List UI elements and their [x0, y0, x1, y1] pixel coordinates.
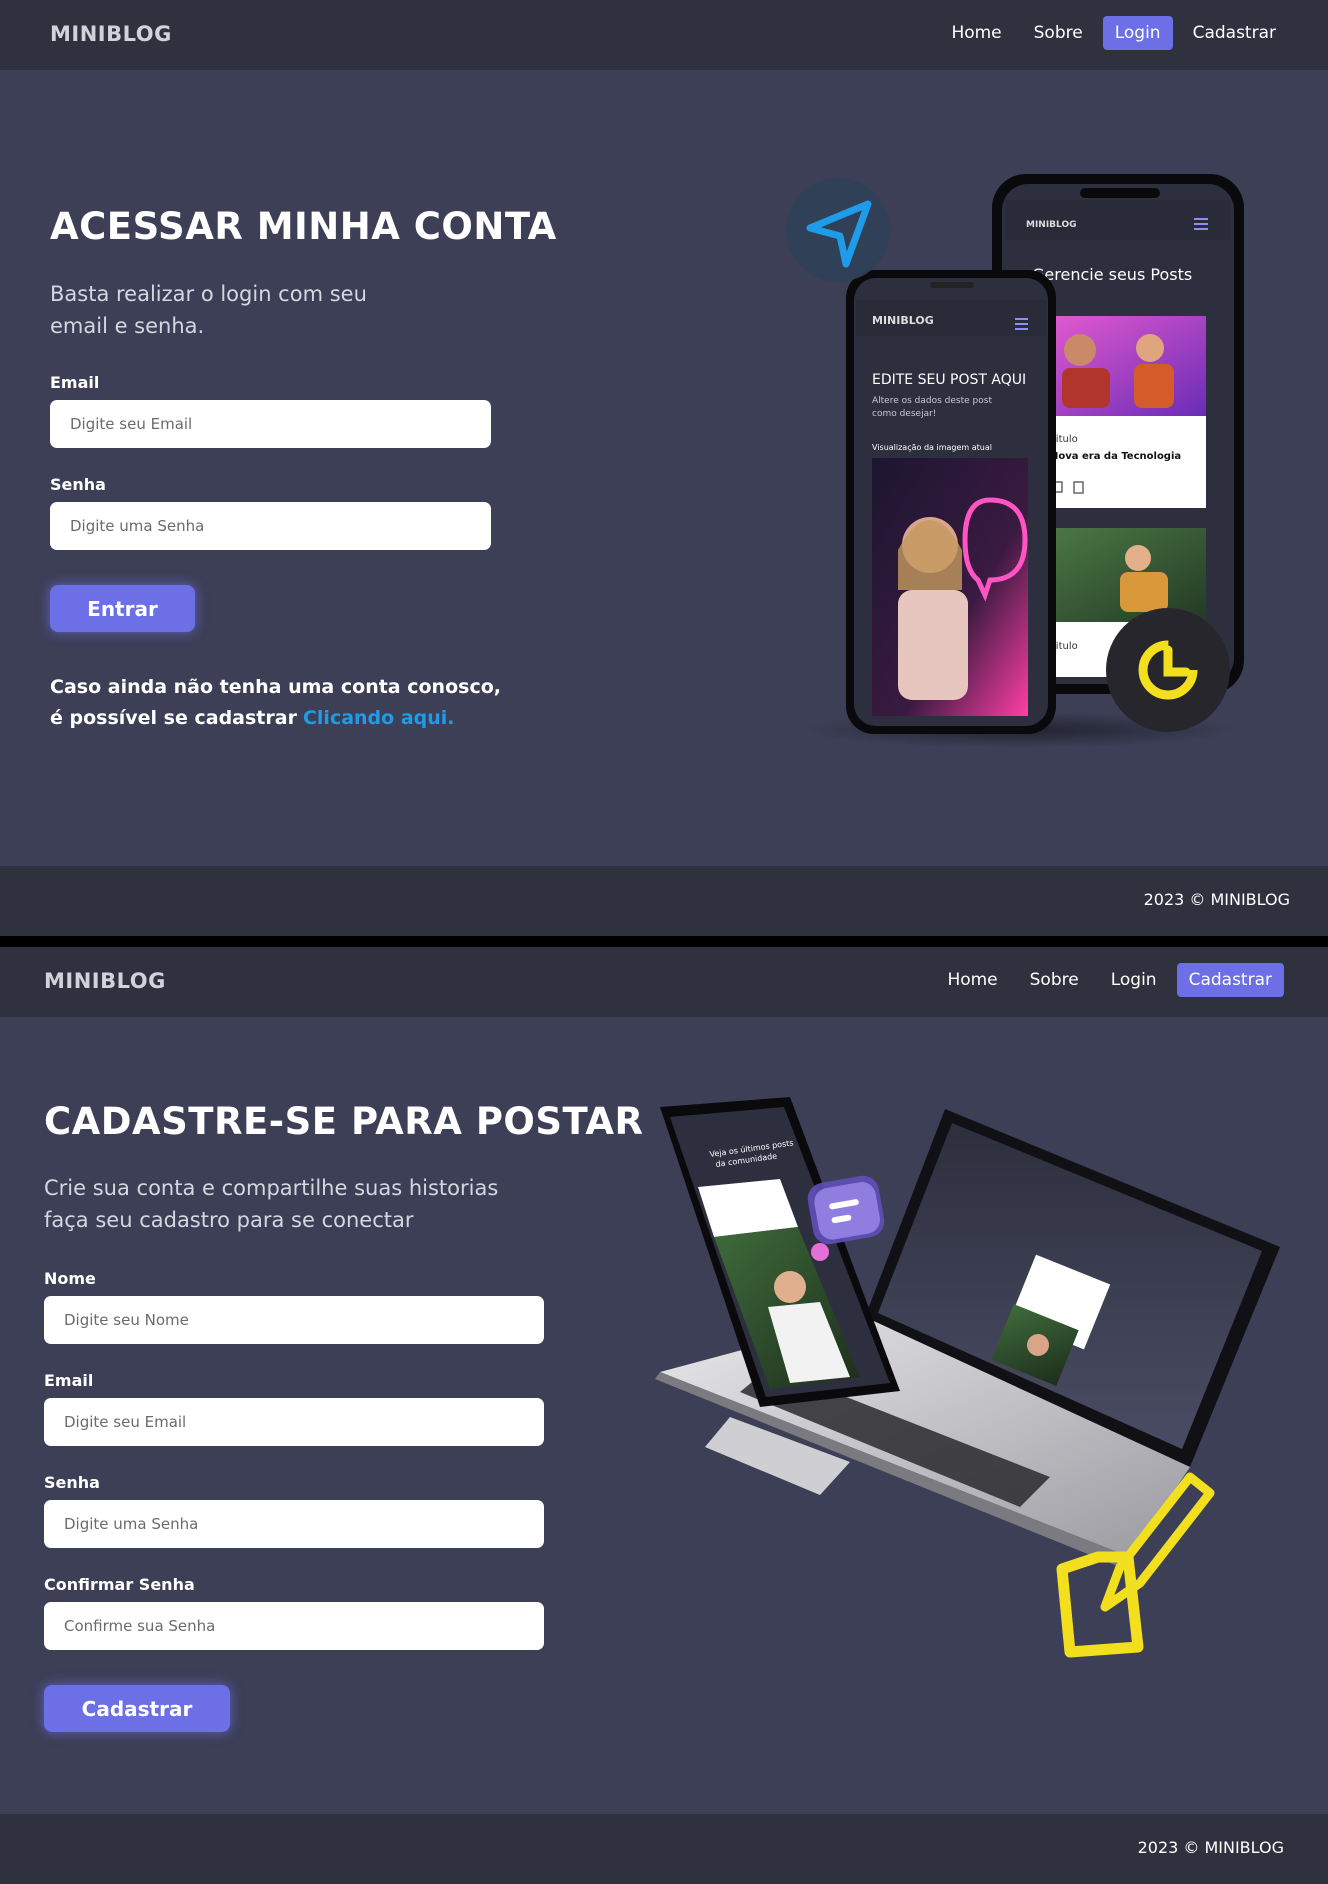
- nav-home[interactable]: Home: [935, 963, 1009, 997]
- signup-note-line: Caso ainda não tenha uma conta conosco,: [50, 676, 501, 698]
- page-subtitle: Basta realizar o login com seu email e s…: [50, 278, 367, 342]
- email-label: Email: [44, 1371, 94, 1390]
- signup-note-line2: é possível se cadastrar Clicando aqui.: [50, 703, 501, 734]
- nav-cadastrar[interactable]: Cadastrar: [1181, 16, 1288, 50]
- footer-copyright: 2023 © MINIBLOG: [1143, 890, 1290, 909]
- subtitle-line: Basta realizar o login com seu: [50, 282, 367, 306]
- password-input[interactable]: [44, 1500, 544, 1548]
- signup-note: Caso ainda não tenha uma conta conosco, …: [50, 672, 501, 734]
- front-phone-heading: EDITE SEU POST AQUI: [872, 372, 1026, 388]
- navbar: MINIBLOG Home Sobre Login Cadastrar: [0, 0, 1328, 70]
- chat-icon-badge: [807, 1175, 885, 1245]
- password-label: Senha: [44, 1473, 100, 1492]
- send-icon-badge: [786, 178, 890, 282]
- nav-home[interactable]: Home: [939, 16, 1013, 50]
- register-screen: MINIBLOG Home Sobre Login Cadastrar CADA…: [0, 947, 1328, 1884]
- back-phone-heading: Gerencie seus Posts: [1032, 265, 1192, 284]
- front-phone-sub-line2: como desejar!: [872, 409, 936, 419]
- password-label: Senha: [50, 475, 106, 494]
- email-input[interactable]: [44, 1398, 544, 1446]
- confirm-password-input[interactable]: [44, 1602, 544, 1650]
- page-title: ACESSAR MINHA CONTA: [50, 205, 557, 248]
- signup-note-text: é possível se cadastrar: [50, 707, 297, 729]
- signup-link[interactable]: Clicando aqui.: [303, 707, 455, 729]
- page-subtitle: Crie sua conta e compartilhe suas histor…: [44, 1172, 498, 1236]
- edit-icon: [1056, 1551, 1144, 1658]
- nav-sobre[interactable]: Sobre: [1018, 963, 1091, 997]
- front-phone-caption: Visualização da imagem atual: [872, 443, 992, 452]
- nav-login[interactable]: Login: [1099, 963, 1169, 997]
- login-screen: MINIBLOG Home Sobre Login Cadastrar ACES…: [0, 0, 1328, 936]
- front-phone-sub-line1: Altere os dados deste post: [872, 396, 992, 406]
- back-phone-card-title: Nova era da Tecnologia: [1050, 451, 1181, 462]
- front-phone-brand: MINIBLOG: [872, 314, 934, 327]
- email-label: Email: [50, 373, 100, 392]
- nav-links: Home Sobre Login Cadastrar: [935, 963, 1284, 997]
- nav-links: Home Sobre Login Cadastrar: [939, 16, 1288, 50]
- navbar: MINIBLOG Home Sobre Login Cadastrar: [0, 947, 1328, 1017]
- phones-illustration: MINIBLOG Gerencie seus Posts Titulo Nova…: [786, 174, 1244, 748]
- front-phone: MINIBLOG EDITE SEU POST AQUI Altere os d…: [846, 270, 1056, 734]
- subtitle-line: Crie sua conta e compartilhe suas histor…: [44, 1176, 499, 1200]
- subtitle-line: email e senha.: [50, 314, 205, 338]
- footer-copyright: 2023 © MINIBLOG: [1137, 1838, 1284, 1857]
- page-title: CADASTRE-SE PARA POSTAR: [44, 1100, 644, 1143]
- name-input[interactable]: [44, 1296, 544, 1344]
- brand-logo[interactable]: MINIBLOG: [44, 969, 166, 993]
- chart-icon-badge: [1106, 608, 1230, 732]
- login-button[interactable]: Entrar: [50, 585, 195, 632]
- confirm-password-label: Confirmar Senha: [44, 1575, 195, 1594]
- back-phone-brand: MINIBLOG: [1026, 220, 1077, 230]
- register-button[interactable]: Cadastrar: [44, 1685, 230, 1732]
- laptop-phone-illustration: Veja os últimos posts da comunidade: [655, 1097, 1280, 1658]
- brand-logo[interactable]: MINIBLOG: [50, 22, 172, 46]
- footer: 2023 © MINIBLOG: [0, 866, 1328, 936]
- footer: 2023 © MINIBLOG: [0, 1814, 1328, 1884]
- phone: Veja os últimos posts da comunidade: [660, 1097, 900, 1407]
- nav-cadastrar[interactable]: Cadastrar: [1176, 963, 1284, 997]
- password-input[interactable]: [50, 502, 491, 550]
- nav-sobre[interactable]: Sobre: [1022, 16, 1095, 50]
- nav-login[interactable]: Login: [1102, 16, 1173, 50]
- subtitle-line: faça seu cadastro para se conectar: [44, 1208, 414, 1232]
- name-label: Nome: [44, 1269, 96, 1288]
- email-input[interactable]: [50, 400, 491, 448]
